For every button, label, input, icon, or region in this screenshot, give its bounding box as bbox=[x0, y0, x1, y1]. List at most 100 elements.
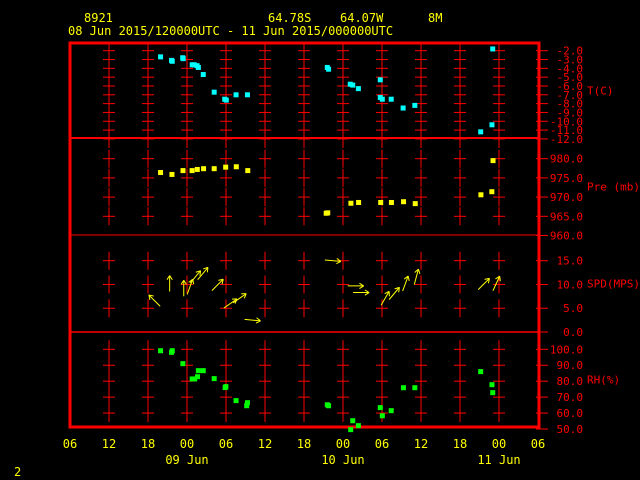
meteogram-chart: 8921 64.78S 64.07W 8M 08 Jun 2015/120000… bbox=[14, 11, 640, 479]
y-tick-label: 965.0 bbox=[550, 210, 583, 223]
rh-point bbox=[400, 385, 406, 391]
wind-arrow bbox=[388, 286, 400, 300]
y-tick-label: 100.0 bbox=[550, 343, 583, 356]
wind-arrow-head bbox=[255, 320, 261, 324]
pressure-point bbox=[356, 199, 362, 205]
pressure-point bbox=[211, 166, 217, 172]
rh-point bbox=[412, 385, 418, 391]
wind-arrow-shaft bbox=[148, 294, 161, 307]
wind-arrow bbox=[180, 280, 187, 297]
wind-arrow bbox=[477, 277, 490, 291]
x-tick-label: 00 bbox=[492, 437, 506, 451]
temp-point bbox=[326, 66, 332, 72]
y-tick-label: 90.0 bbox=[557, 359, 584, 372]
temp-point bbox=[244, 92, 250, 98]
station-elevation: 8M bbox=[428, 11, 442, 25]
temp-point bbox=[195, 64, 201, 70]
wind-arrow-head bbox=[336, 260, 342, 265]
wind-arrow bbox=[413, 268, 421, 285]
x-tick-label: 06 bbox=[375, 437, 389, 451]
pressure-point bbox=[401, 199, 407, 205]
rh-point bbox=[244, 403, 250, 409]
x-tick-label: 12 bbox=[258, 437, 272, 451]
page-number: 2 bbox=[14, 465, 21, 479]
rh-point bbox=[200, 368, 206, 374]
temp-point bbox=[350, 82, 356, 88]
wind-arrow-shaft bbox=[244, 318, 261, 322]
x-tick-label: 06 bbox=[63, 437, 77, 451]
temp-point bbox=[412, 102, 418, 108]
rh-point bbox=[169, 348, 175, 354]
temp-point bbox=[158, 54, 164, 60]
y-axis-title-wind: SPD(MPS) bbox=[587, 278, 640, 291]
temp-point bbox=[223, 97, 229, 103]
wind-arrow-shaft bbox=[477, 277, 490, 291]
pressure-point bbox=[378, 199, 384, 205]
x-tick-label: 06 bbox=[219, 437, 233, 451]
wind-arrow-head bbox=[417, 268, 421, 275]
rh-point bbox=[388, 408, 394, 414]
temp-point bbox=[211, 89, 217, 95]
wind-arrow bbox=[148, 294, 161, 307]
pressure-point bbox=[194, 166, 200, 172]
x-tick-label: 00 bbox=[180, 437, 194, 451]
y-tick-label: 5.0 bbox=[563, 302, 583, 315]
wind-arrow bbox=[402, 275, 410, 292]
pressure-point bbox=[233, 164, 239, 170]
rh-point bbox=[195, 368, 201, 374]
pressure-point bbox=[245, 168, 251, 174]
x-tick-label: 18 bbox=[453, 437, 467, 451]
station-latitude: 64.78S bbox=[268, 11, 311, 25]
rh-point bbox=[180, 361, 186, 367]
rh-point bbox=[350, 418, 356, 424]
x-date-label: 09 Jun bbox=[165, 453, 208, 467]
pressure-point bbox=[201, 166, 207, 172]
temp-point bbox=[233, 92, 239, 98]
wind-arrow bbox=[244, 317, 261, 324]
y-tick-label: 80.0 bbox=[557, 375, 584, 388]
temp-point bbox=[355, 86, 361, 92]
rh-point bbox=[233, 398, 239, 404]
station-id: 8921 bbox=[84, 11, 113, 25]
temp-point bbox=[377, 77, 383, 83]
rh-point bbox=[158, 348, 164, 354]
y-tick-label: 15.0 bbox=[557, 255, 584, 268]
wind-arrow bbox=[189, 270, 202, 284]
y-axis-title-temp: T(C) bbox=[587, 85, 614, 98]
temp-point bbox=[169, 58, 175, 64]
y-axis-title-pressure: Pre (mb) bbox=[587, 181, 640, 194]
y-tick-label: 10.0 bbox=[557, 278, 584, 291]
pressure-point bbox=[189, 168, 195, 174]
rh-point bbox=[377, 405, 383, 411]
rh-point bbox=[490, 390, 496, 396]
pressure-point bbox=[180, 168, 186, 174]
temp-point bbox=[490, 46, 496, 52]
x-date-label: 11 Jun bbox=[477, 453, 520, 467]
y-tick-label: 970.0 bbox=[550, 191, 583, 204]
y-tick-label: 50.0 bbox=[557, 423, 584, 436]
wind-arrow bbox=[347, 282, 364, 289]
wind-arrow-head bbox=[499, 276, 501, 282]
y-tick-label: 60.0 bbox=[557, 407, 584, 420]
wind-arrow-head bbox=[199, 270, 202, 276]
pressure-point bbox=[412, 201, 418, 207]
temp-point bbox=[388, 96, 394, 102]
wind-arrow-shaft bbox=[189, 270, 201, 284]
wind-arrow bbox=[232, 293, 247, 304]
x-tick-label: 18 bbox=[297, 437, 311, 451]
temp-point bbox=[180, 56, 186, 62]
y-axis-title-rh: RH(%) bbox=[587, 374, 620, 387]
rh-point bbox=[355, 423, 361, 429]
temp-point bbox=[400, 105, 406, 111]
wind-arrow bbox=[166, 275, 173, 292]
y-tick-label: 70.0 bbox=[557, 391, 584, 404]
y-tick-label: 0.0 bbox=[563, 326, 583, 339]
rh-point bbox=[478, 369, 484, 375]
temp-point bbox=[379, 96, 385, 102]
pressure-point bbox=[348, 200, 354, 206]
wind-arrow-head bbox=[407, 275, 410, 281]
pressure-point bbox=[489, 189, 495, 195]
rh-point bbox=[211, 376, 217, 382]
wind-arrow bbox=[197, 266, 209, 280]
wind-arrow-shaft bbox=[388, 287, 400, 300]
